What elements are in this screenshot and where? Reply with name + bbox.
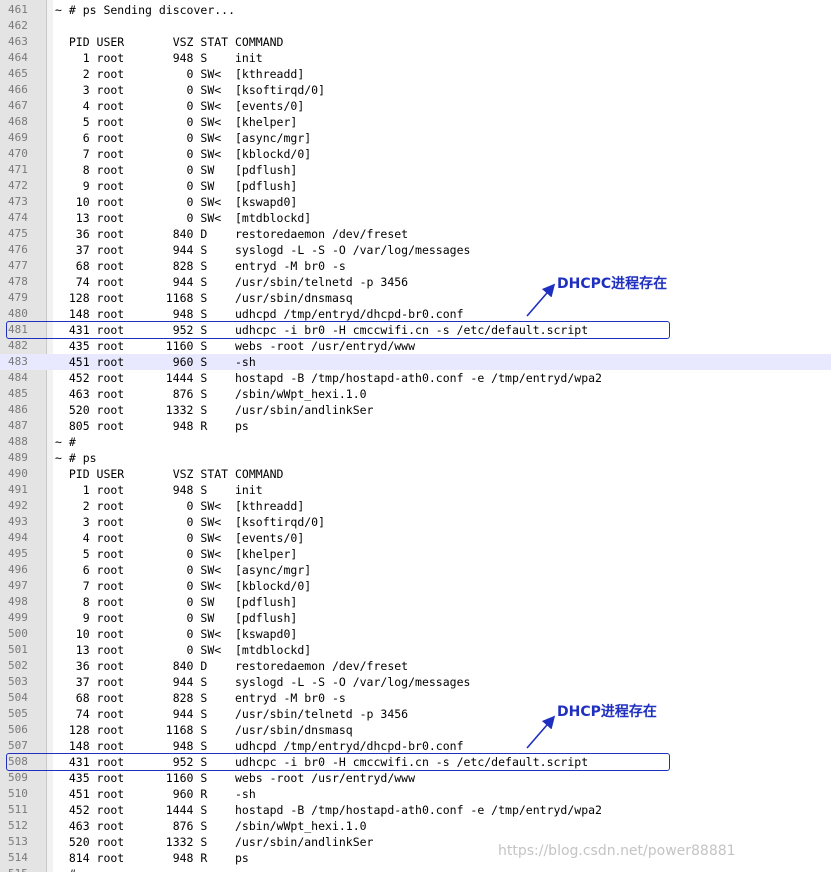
annotation-arrows <box>526 283 556 749</box>
arrow-1 <box>526 283 556 317</box>
watermark: https://blog.csdn.net/power88881 <box>498 843 736 859</box>
annotation-label-dhcp: DHCP进程存在 <box>557 704 657 720</box>
text-editor[interactable]: 461 ~ # ps Sending discover... 462 463 PID … <box>0 0 831 872</box>
annotation-label-dhcpc: DHCPC进程存在 <box>557 276 668 292</box>
arrow-2 <box>526 715 556 749</box>
